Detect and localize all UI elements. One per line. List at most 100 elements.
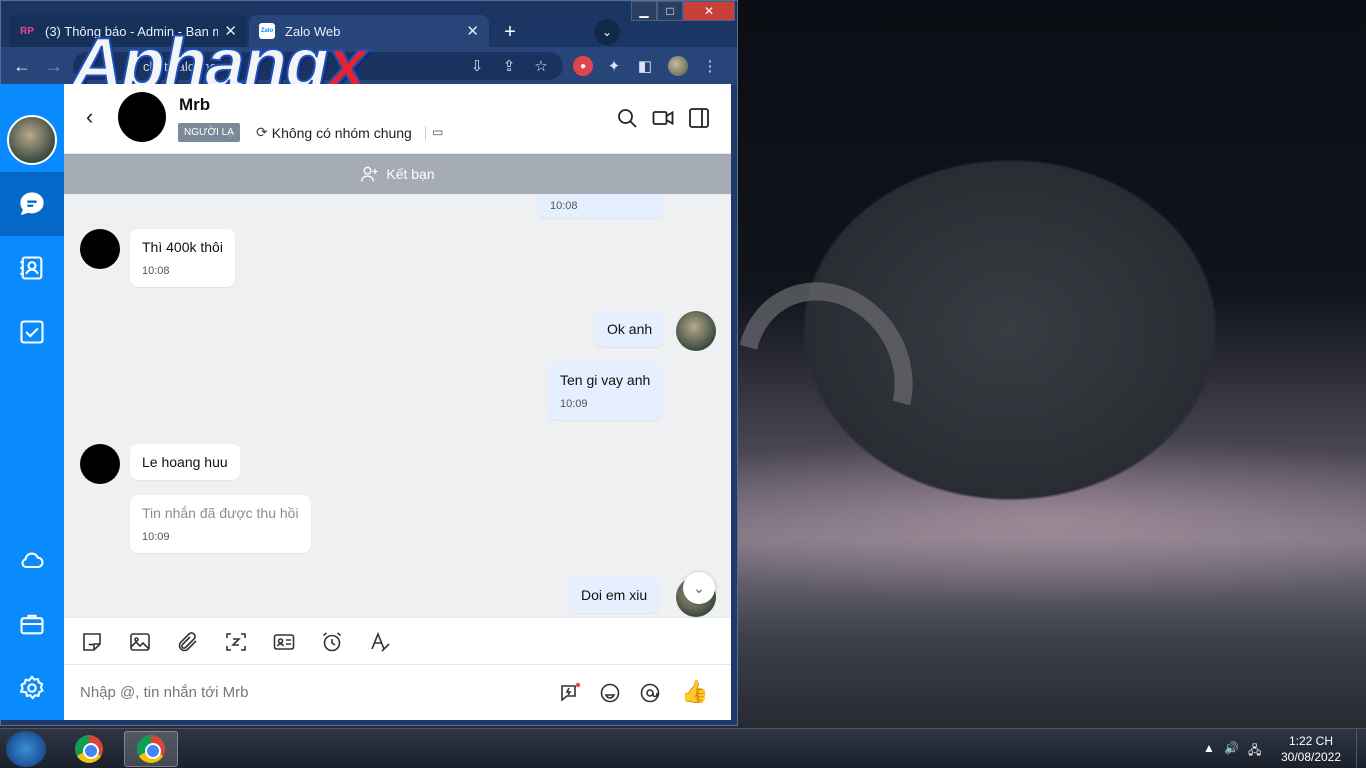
message-text: Thì 400k thôi [142,239,223,255]
close-window-button[interactable]: ✕ [683,1,735,21]
browser-toolbar: ← → chat.zalo.me ⇩ ⇪ ☆ ● ✦ ◧ ⋮ [1,47,737,85]
common-groups[interactable]: ⟳ Không có nhóm chung [256,124,412,141]
mention-icon[interactable] [638,681,662,705]
message-bubble-in[interactable]: Thì 400k thôi 10:08 [130,229,235,287]
contact-name[interactable]: Mrb [179,95,210,115]
message-bubble-out[interactable]: Doi em xiu [569,577,660,613]
sticker-icon[interactable] [80,630,104,654]
clock-date: 30/08/2022 [1280,750,1342,764]
stranger-badge: NGƯỜI LẠ [178,123,240,142]
info-panel-icon[interactable] [687,106,711,130]
volume-icon[interactable]: 🔊 [1224,741,1239,755]
message-list[interactable]: 10:08 Thì 400k thôi 10:08 Ok anh Ten gi … [64,194,731,617]
tab-search-button[interactable]: ⌄ [594,19,620,45]
show-desktop-button[interactable] [1356,729,1366,768]
bookmark-star-icon[interactable]: ☆ [531,56,551,76]
message-input[interactable]: Nhập @, tin nhắn tới Mrb [80,684,248,701]
new-tab-button[interactable]: + [497,19,523,45]
cloud-icon [21,552,44,569]
zalo-favicon-icon: Zalo [259,23,275,39]
message-time: 10:09 [142,531,170,543]
tab-close-icon[interactable]: ✕ [224,22,237,40]
tab-title: Zalo Web [285,23,341,39]
thumbs-up-icon[interactable]: 👍 [681,679,708,705]
menu-kebab-icon[interactable]: ⋮ [700,56,720,76]
contact-message-avatar[interactable] [80,229,120,269]
back-icon[interactable]: ← [9,53,35,79]
image-icon[interactable] [128,630,152,654]
scroll-down-button[interactable]: ⌄ [683,572,715,604]
sidebar-item-settings[interactable] [0,656,64,720]
recalled-message-bubble[interactable]: Tin nhắn đã được thu hồi 10:09 [130,495,311,553]
common-groups-label: Không có nhóm chung [271,124,412,141]
tab-admin[interactable]: RP (3) Thông báo - Admin - Ban mi ✕ [9,15,247,47]
composer-toolbar [64,617,731,665]
message-bubble-in[interactable]: Le hoang huu [130,444,240,480]
divider [425,126,426,140]
minimize-button[interactable]: ▁ [631,1,657,21]
group-icon: ⟳ [256,124,268,140]
maximize-button[interactable]: □ [657,1,683,21]
message-text: Le hoang huu [142,454,228,470]
planet-ring [703,250,947,500]
sidebar-item-todo[interactable] [0,300,64,364]
side-panel-icon[interactable]: ◧ [635,56,655,76]
message-text: Doi em xiu [581,587,648,603]
tab-title: (3) Thông báo - Admin - Ban mi [45,23,219,39]
sidebar-item-cloud[interactable] [0,528,64,592]
tag-label-icon[interactable]: ▭ [432,125,443,139]
video-call-icon[interactable] [651,106,675,130]
message-bubble-out[interactable]: 10:08 [538,194,664,218]
profile-avatar-icon[interactable] [668,56,688,76]
sidebar-item-messages[interactable] [0,172,64,236]
extensions-puzzle-icon[interactable]: ✦ [604,56,624,76]
sidebar-item-contacts[interactable] [0,236,64,300]
tab-close-icon[interactable]: ✕ [466,22,479,40]
contact-message-avatar[interactable] [80,444,120,484]
chevron-left-icon[interactable]: ‹ [86,104,93,130]
address-bar[interactable]: chat.zalo.me [73,52,563,80]
emoji-icon[interactable] [598,681,622,705]
browser-titlebar: RP (3) Thông báo - Admin - Ban mi ✕ Zalo… [1,1,737,47]
add-friend-label: Kết bạn [386,166,435,182]
start-button[interactable] [6,731,46,767]
attachment-icon[interactable] [176,630,200,654]
message-time: 10:08 [142,265,170,277]
rp-favicon-icon: RP [20,25,34,37]
checkbox-icon [20,320,44,344]
message-bubble-out[interactable]: Ten gi vay anh 10:09 [548,362,663,420]
alarm-reminder-icon[interactable] [320,630,344,654]
message-text: Ten gi vay anh [560,372,651,388]
chat-bubble-icon [20,192,44,216]
gear-icon [19,675,44,700]
extension-record-icon[interactable]: ● [573,56,593,76]
text-format-icon[interactable] [368,630,392,654]
windows-taskbar: ▲ 🔊 🖧 1:22 CH 30/08/2022 [0,728,1366,768]
quick-message-icon[interactable] [558,681,582,705]
search-icon[interactable] [615,106,639,130]
taskbar-chrome-running[interactable] [124,731,178,767]
add-friend-button[interactable]: Kết bạn [64,154,731,194]
chrome-icon [137,735,165,763]
taskbar-clock[interactable]: 1:22 CH 30/08/2022 [1276,733,1346,765]
share-icon[interactable]: ⇪ [499,56,519,76]
forward-icon[interactable]: → [41,53,67,79]
install-icon[interactable]: ⇩ [467,56,487,76]
sidebar-item-toolbox[interactable] [0,592,64,656]
message-composer[interactable]: Nhập @, tin nhắn tới Mrb 👍 [64,665,731,720]
url-text: chat.zalo.me [143,58,217,74]
contact-avatar[interactable] [118,92,166,142]
network-icon[interactable]: 🖧 [1248,741,1261,762]
message-time: 10:08 [550,200,578,212]
window-controls: ▁ □ ✕ [631,1,735,21]
contact-card-icon[interactable] [272,630,296,654]
tray-expand-icon[interactable]: ▲ [1203,741,1215,755]
my-message-avatar[interactable] [676,311,716,351]
user-avatar[interactable] [7,115,57,165]
tab-zalo-web[interactable]: Zalo Zalo Web ✕ [249,15,489,47]
zalo-sidebar [0,84,64,720]
screenshot-icon[interactable] [224,630,248,654]
chat-header: ‹ Mrb NGƯỜI LẠ ⟳ Không có nhóm chung ▭ [64,84,731,154]
taskbar-chrome-pinned[interactable] [62,731,116,767]
message-bubble-out[interactable]: Ok anh [595,311,665,347]
